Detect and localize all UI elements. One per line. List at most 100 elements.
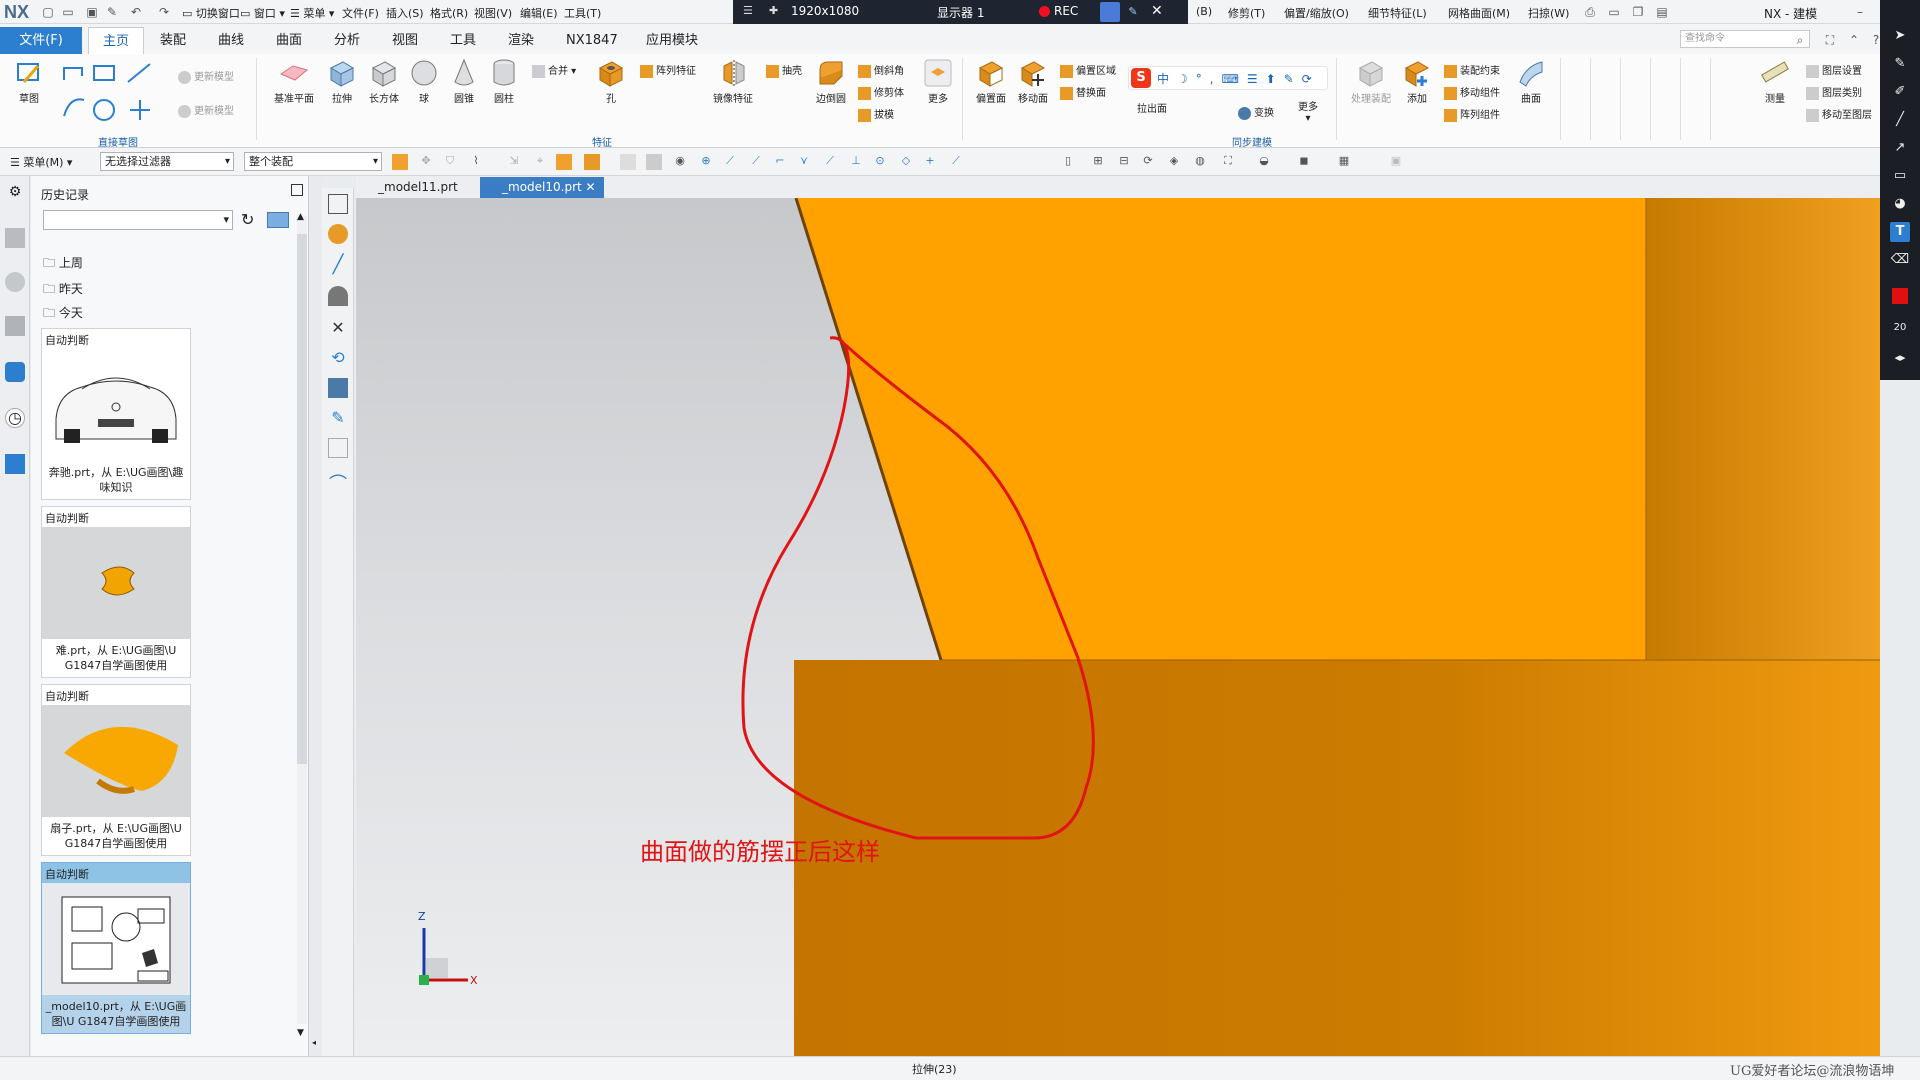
top-face[interactable] [796,198,1646,660]
select-component-icon[interactable] [620,154,636,170]
curve-tools-icon[interactable] [60,60,156,130]
history-filter-select[interactable]: ▾ [43,210,233,230]
mirror-feature-button[interactable]: 镜像特征 [708,58,758,105]
snap-arc-center-icon[interactable]: ⊙ [872,154,888,170]
menu-view[interactable]: 视图(V) [474,5,512,21]
pen-size[interactable]: 20 [1890,318,1910,338]
menu-insert[interactable]: 插入(S) [386,5,424,21]
menu-offset-scale[interactable]: 偏置/缩放(O) [1284,5,1349,21]
assembly-navigator-icon[interactable] [5,228,25,248]
surface-button[interactable]: 曲面 [1514,58,1548,105]
settings-gear-icon[interactable]: ⚙ [5,184,25,204]
render-style-icon[interactable]: ◍ [1192,154,1208,170]
shaded-icon[interactable]: ◼ [1296,154,1312,170]
extrude-button[interactable]: 拉伸 [324,58,360,105]
tab-tools[interactable]: 工具 [444,27,482,54]
front-face[interactable] [794,660,1880,1056]
recorder-display[interactable]: 显示器 1 [937,4,984,21]
menu-dropdown[interactable]: ☰ 菜单(M) ▾ [10,154,72,170]
more-features-button[interactable]: 更多 [920,58,956,105]
snap-end-icon[interactable]: ⟋ [722,154,738,170]
menu-tools[interactable]: 工具(T) [564,5,601,21]
snap-icon[interactable]: ⇲ [506,154,522,170]
snap-quadrant-icon[interactable]: ◇ [898,154,914,170]
pattern-feature-button[interactable]: 阵列特征 [640,62,696,78]
menu-trim[interactable]: 修剪(T) [1228,5,1265,21]
part-navigator-icon[interactable] [5,272,25,292]
history-card-fan[interactable]: 自动判断 扇子.prt，从 E:\UG画图\U G1847自学画图使用 [41,684,191,856]
collapse-ribbon-icon[interactable]: ⌃ [1846,32,1862,48]
snap-perpendicular-icon[interactable]: ⊥ [848,154,864,170]
rotate-icon[interactable]: ⟳ [1140,154,1156,170]
tab-view[interactable]: 视图 [386,27,424,54]
tab-assembly[interactable]: 装配 [154,27,192,54]
undo-icon[interactable]: ↶ [128,4,144,20]
snap-point-icon[interactable]: ⌖ [532,154,548,170]
close-tab-icon[interactable]: ✕ [586,180,596,194]
window-menu[interactable]: ▭ 窗口 ▾ [240,5,285,21]
measure-button[interactable]: 测量 [1758,58,1792,105]
palette-icon[interactable]: ◕ [1890,194,1910,214]
eraser-icon[interactable]: ⌫ [1890,250,1910,270]
text-tool-icon[interactable]: T [1890,222,1910,242]
offset-face-button[interactable]: 偏置面 [972,58,1010,105]
snap-center-icon[interactable]: ⊕ [698,154,714,170]
menu-format[interactable]: 格式(R) [430,5,468,21]
selection-filter-icon[interactable] [392,154,408,170]
thumbnail-view-icon[interactable] [267,212,289,228]
snap-intersection-icon[interactable]: ⋎ [796,154,812,170]
window-icon[interactable]: ▭ [1606,4,1622,20]
tab-nx1847[interactable]: NX1847 [560,27,624,54]
record-button[interactable]: REC [1054,4,1078,18]
menu-button[interactable]: ☰ 菜单 ▾ [290,5,334,21]
assembly-scope-select[interactable]: 整个装配 [244,152,382,171]
folder-today[interactable]: 🗀 今天 [43,304,83,325]
hole-button[interactable]: 孔 [594,58,628,105]
profile-icon[interactable] [328,286,348,306]
zoom-icon[interactable]: ⊟ [1116,154,1132,170]
redo-icon[interactable]: ↷ [156,4,172,20]
panel-splitter[interactable]: ◂ [310,176,322,1056]
show-hide-icon[interactable] [646,154,662,170]
folder-last-week[interactable]: 🗀 上周 [43,254,83,275]
replace-face-button[interactable]: 替换面 [1060,84,1106,100]
recorder-pen-icon[interactable]: ✎ [1123,2,1143,22]
sphere-button[interactable]: 球 [408,58,440,105]
doc-tab-model11[interactable]: _model11.prt [356,177,466,198]
display-mode-icon[interactable]: ◒ [1256,154,1272,170]
move-to-layer-button[interactable]: 移动至图层 [1806,106,1872,122]
tab-applications[interactable]: 应用模块 [640,27,704,54]
recorder-menu-icon[interactable]: ☰ [743,4,753,17]
snap-on-curve-icon[interactable]: ⟋ [948,154,964,170]
move-face-button[interactable]: 移动面 [1014,58,1052,105]
maximize-panel-icon[interactable] [291,184,303,196]
scroll-down-icon[interactable]: ▼ [297,1028,304,1038]
add-component-button[interactable]: 添加 [1400,58,1434,105]
assembly-constraint-button[interactable]: 装配约束 [1444,62,1500,78]
tab-home[interactable]: 主页 [88,27,144,54]
trim-body-button[interactable]: 修剪体 [858,84,904,100]
select-feature-icon[interactable]: ✥ [418,154,434,170]
pull-face-button[interactable]: 拉出面 [1130,100,1174,115]
transform-button[interactable]: 变换 [1238,104,1274,120]
sketch-plane-icon[interactable] [328,194,348,214]
chamfer-button[interactable]: 倒斜角 [858,62,904,78]
pen-icon[interactable]: ✎ [1890,54,1910,74]
menu-b[interactable]: (B) [1196,5,1212,18]
cone-button[interactable]: 圆锥 [446,58,482,105]
snap-tangent-icon[interactable]: ⟋ [822,154,838,170]
line-icon[interactable]: ╱ [328,254,348,275]
doc-tab-model10[interactable]: _model10.prt ✕ [480,177,604,198]
cursor-icon[interactable]: ➤ [1890,26,1910,46]
arc-icon[interactable]: ⌒ [328,470,348,495]
box-icon[interactable] [328,438,348,458]
tab-file[interactable]: 文件(F) [0,27,82,54]
orient-view-icon[interactable]: ◈ [1166,154,1182,170]
history-card-nan[interactable]: 自动判断 难.prt，从 E:\UG画图\U G1847自学画图使用 [41,506,191,678]
recorder-close-icon[interactable]: ✕ [1151,3,1163,19]
toolbar-collapse-icon[interactable]: ◂▸ [1890,348,1910,368]
minimize-icon[interactable]: – [1852,4,1868,20]
layer-category-button[interactable]: 图层类别 [1806,84,1862,100]
edit-sketch-icon[interactable]: ✎ [328,408,348,428]
tab-curve[interactable]: 曲线 [212,27,250,54]
